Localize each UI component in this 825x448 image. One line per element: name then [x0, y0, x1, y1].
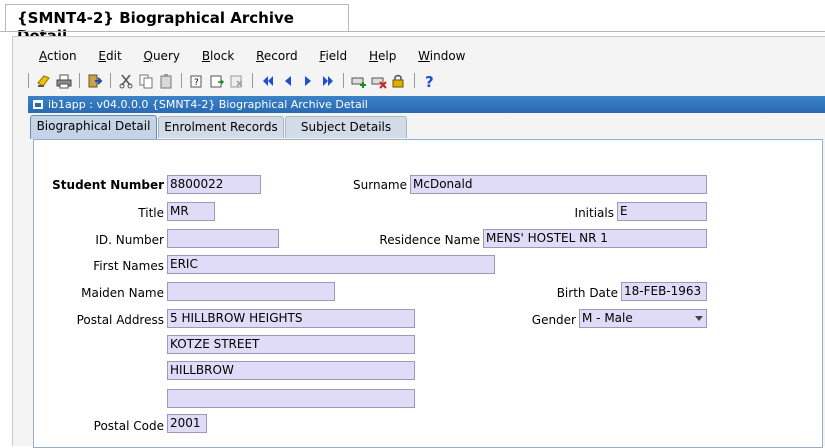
menu-window[interactable]: Window	[412, 49, 471, 63]
help-icon[interactable]: ?	[421, 72, 439, 90]
toolbar-separator	[28, 73, 29, 88]
toolbar-separator	[414, 73, 415, 88]
id-number-label: ID. Number	[95, 233, 164, 247]
save-icon[interactable]	[35, 72, 53, 90]
menu-block[interactable]: Block	[196, 49, 240, 63]
window-menu-icon[interactable]	[33, 100, 43, 109]
exit-icon[interactable]	[86, 72, 104, 90]
toolbar-separator	[110, 73, 111, 88]
postal-address-line-2[interactable]: KOTZE STREET	[167, 335, 415, 354]
maiden-name-label: Maiden Name	[81, 286, 164, 300]
toolbar: ? ?	[28, 69, 825, 92]
title-divider	[0, 31, 825, 32]
postal-address-line-3[interactable]: HILLBROW	[167, 361, 415, 380]
student-number-field[interactable]: 8800022	[167, 175, 261, 194]
first-names-field[interactable]: ERIC	[167, 255, 495, 274]
menu-query[interactable]: Query	[138, 49, 186, 63]
menu-bar: Action Edit Query Block Record Field Hel…	[33, 49, 477, 65]
toolbar-separator	[252, 73, 253, 88]
title-field[interactable]: MR	[167, 202, 215, 221]
birth-date-field[interactable]: 18-FEB-1963	[621, 282, 707, 301]
menu-record[interactable]: Record	[250, 49, 303, 63]
gender-select[interactable]: M - Male	[579, 309, 707, 328]
last-record-icon[interactable]	[319, 72, 337, 90]
birth-date-label: Birth Date	[556, 286, 618, 300]
postal-address-label: Postal Address	[76, 313, 164, 327]
cut-icon[interactable]	[117, 72, 135, 90]
toolbar-separator	[343, 73, 344, 88]
residence-name-label: Residence Name	[379, 233, 480, 247]
paste-icon[interactable]	[157, 72, 175, 90]
postal-address-line-1[interactable]: 5 HILLBROW HEIGHTS	[167, 309, 415, 328]
enter-query-icon[interactable]: ?	[188, 72, 206, 90]
chevron-down-icon[interactable]	[695, 316, 703, 321]
residence-name-field[interactable]: MENS' HOSTEL NR 1	[483, 229, 707, 248]
inner-window-titlebar: ib1app : v04.0.0.0 {SMNT4-2} Biographica…	[28, 96, 825, 113]
menu-field[interactable]: Field	[313, 49, 353, 63]
copy-icon[interactable]	[137, 72, 155, 90]
print-icon[interactable]	[55, 72, 73, 90]
execute-query-icon[interactable]	[208, 72, 226, 90]
svg-text:?: ?	[194, 78, 199, 88]
gender-label: Gender	[531, 313, 576, 327]
toolbar-separator	[181, 73, 182, 88]
maiden-name-field[interactable]	[167, 282, 335, 301]
next-record-icon[interactable]	[299, 72, 317, 90]
inner-window-title: ib1app : v04.0.0.0 {SMNT4-2} Biographica…	[48, 98, 368, 111]
postal-code-label: Postal Code	[93, 419, 164, 433]
surname-label: Surname	[353, 178, 407, 192]
first-names-label: First Names	[93, 259, 164, 273]
cancel-query-icon[interactable]	[228, 72, 246, 90]
previous-record-icon[interactable]	[279, 72, 297, 90]
tab-subject-details[interactable]: Subject Details	[285, 116, 407, 138]
menu-help[interactable]: Help	[363, 49, 402, 63]
window-title-tab: {SMNT4-2} Biographical Archive Detail	[5, 4, 349, 45]
tab-biographical-detail[interactable]: Biographical Detail	[30, 115, 157, 139]
postal-address-line-4[interactable]	[167, 389, 415, 408]
insert-record-icon[interactable]	[350, 72, 368, 90]
first-record-icon[interactable]	[259, 72, 277, 90]
title-label: Title	[138, 206, 164, 220]
menu-action[interactable]: Action	[33, 49, 83, 63]
initials-label: Initials	[574, 206, 614, 220]
initials-field[interactable]: E	[617, 202, 707, 221]
student-number-label: Student Number	[52, 178, 164, 192]
postal-code-field[interactable]: 2001	[167, 414, 207, 433]
gender-selected-value: M - Male	[582, 311, 633, 325]
menu-edit[interactable]: Edit	[92, 49, 127, 63]
toolbar-separator	[79, 73, 80, 88]
lock-record-icon[interactable]	[390, 72, 408, 90]
surname-field[interactable]: McDonald	[410, 175, 707, 194]
id-number-field[interactable]	[167, 229, 279, 248]
svg-text:?: ?	[425, 73, 434, 89]
delete-record-icon[interactable]	[370, 72, 388, 90]
tab-enrolment-records[interactable]: Enrolment Records	[158, 116, 284, 138]
